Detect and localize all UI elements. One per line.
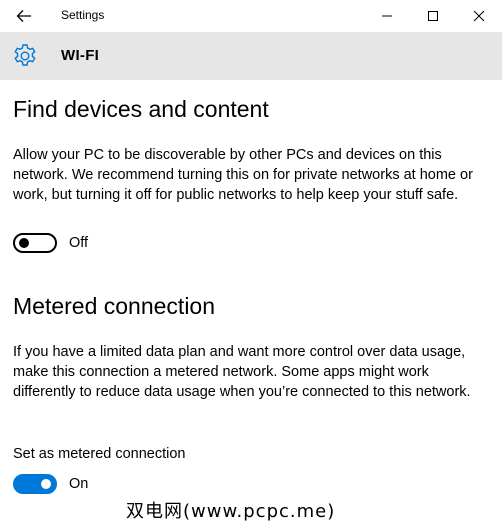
- close-button[interactable]: [456, 0, 502, 32]
- find-devices-toggle[interactable]: [13, 233, 57, 253]
- gear-icon: [14, 44, 36, 66]
- minimize-button[interactable]: [364, 0, 410, 32]
- page-title: WI-FI: [61, 47, 100, 64]
- metered-connection-toggle[interactable]: [13, 474, 57, 494]
- find-devices-description: Allow your PC to be discoverable by othe…: [13, 147, 473, 203]
- close-icon: [473, 10, 485, 22]
- find-devices-heading: Find devices and content: [13, 96, 269, 122]
- toggle-knob: [41, 479, 51, 489]
- back-button[interactable]: [0, 0, 48, 32]
- metered-setting-label: Set as metered connection: [13, 446, 186, 462]
- metered-connection-heading: Metered connection: [13, 293, 216, 319]
- watermark: 双电网(www.pcpc.me): [126, 501, 336, 522]
- back-arrow-icon: [16, 10, 31, 22]
- title-bar: Settings: [0, 0, 502, 32]
- window-title: Settings: [61, 8, 105, 22]
- maximize-button[interactable]: [410, 0, 456, 32]
- minimize-icon: [382, 15, 392, 17]
- metered-toggle-state: On: [69, 476, 89, 492]
- maximize-icon: [428, 11, 438, 21]
- toggle-knob: [19, 238, 29, 248]
- metered-connection-description: If you have a limited data plan and want…: [13, 344, 471, 400]
- page-header: WI-FI: [0, 32, 502, 80]
- find-devices-toggle-state: Off: [69, 235, 89, 251]
